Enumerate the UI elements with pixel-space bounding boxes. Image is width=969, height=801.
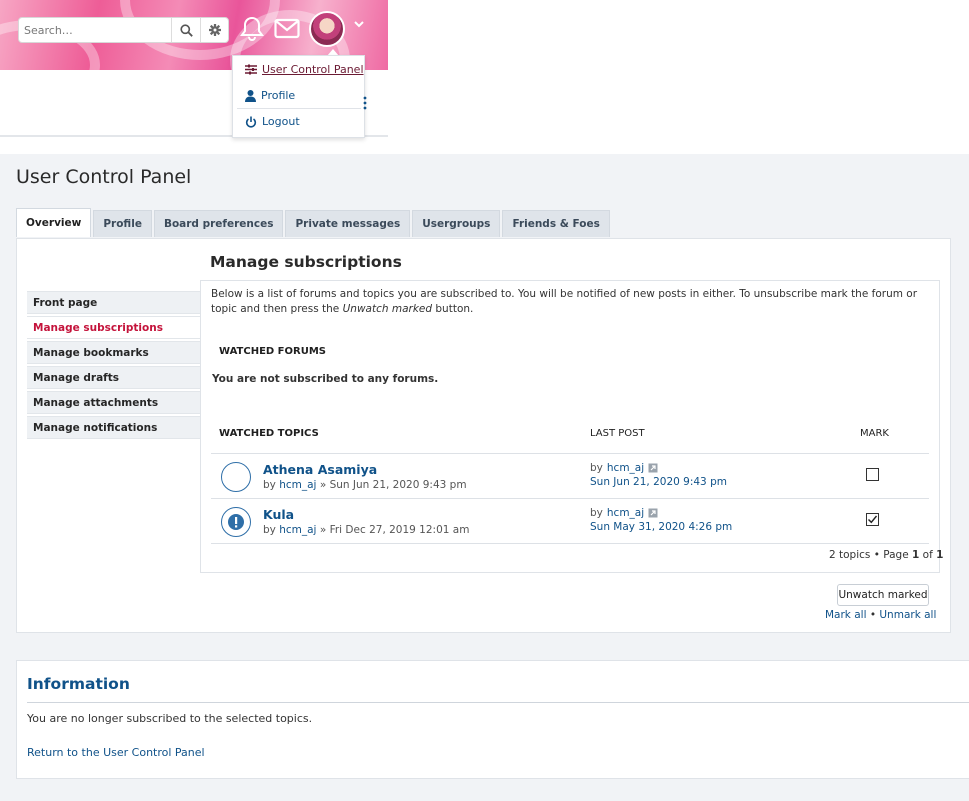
user-menu-toggle[interactable] bbox=[353, 19, 365, 32]
divider bbox=[27, 702, 969, 703]
pagination-of: of bbox=[919, 549, 937, 561]
topic-author[interactable]: hcm_aj bbox=[279, 524, 316, 536]
power-icon bbox=[245, 116, 257, 128]
menu-divider bbox=[237, 108, 361, 109]
last-post-author[interactable]: hcm_aj bbox=[607, 507, 644, 519]
intro-text-part: Below is a list of forums and topics you… bbox=[211, 288, 918, 315]
tab-usergroups[interactable]: Usergroups bbox=[412, 210, 501, 237]
nav-manage-bookmarks[interactable]: Manage bookmarks bbox=[27, 341, 200, 364]
topic-meta: by hcm_aj » Sun Jun 21, 2020 9:43 pm bbox=[263, 479, 467, 491]
last-post-date[interactable]: Sun May 31, 2020 4:26 pm bbox=[590, 521, 732, 533]
last-post-by: by hcm_aj bbox=[590, 507, 658, 519]
bell-icon bbox=[240, 16, 264, 41]
check-icon bbox=[868, 515, 878, 524]
mark-separator: • bbox=[866, 609, 880, 621]
topic-important-icon bbox=[221, 507, 251, 537]
menu-item-user-control-panel[interactable]: User Control Panel bbox=[245, 63, 364, 76]
mark-header: MARK bbox=[860, 428, 889, 439]
page-title: User Control Panel bbox=[16, 166, 192, 188]
last-post-header: LAST POST bbox=[590, 428, 645, 439]
unmark-all-link[interactable]: Unmark all bbox=[879, 609, 936, 621]
intro-text: Below is a list of forums and topics you… bbox=[211, 287, 931, 317]
user-icon bbox=[245, 89, 256, 102]
nav-manage-subscriptions[interactable]: Manage subscriptions bbox=[27, 316, 200, 339]
topic-date: » Sun Jun 21, 2020 9:43 pm bbox=[316, 479, 467, 491]
last-post-date[interactable]: Sun Jun 21, 2020 9:43 pm bbox=[590, 476, 727, 488]
nav-front-page[interactable]: Front page bbox=[27, 291, 200, 314]
mark-checkbox[interactable] bbox=[866, 468, 879, 481]
sliders-icon bbox=[245, 64, 257, 75]
goto-post-icon[interactable] bbox=[648, 508, 658, 518]
gear-icon bbox=[209, 24, 221, 36]
nav-manage-drafts[interactable]: Manage drafts bbox=[27, 366, 200, 389]
nav-manage-notifications[interactable]: Manage notifications bbox=[27, 416, 200, 439]
intro-button-ref: Unwatch marked bbox=[342, 303, 433, 315]
by-label: by bbox=[590, 462, 603, 474]
watched-topics-header: WATCHED TOPICS bbox=[219, 428, 319, 439]
topic-author[interactable]: hcm_aj bbox=[279, 479, 316, 491]
pagination-prefix: 2 topics • Page bbox=[829, 549, 913, 561]
tab-private-messages[interactable]: Private messages bbox=[285, 210, 411, 237]
topic-date: » Fri Dec 27, 2019 12:01 am bbox=[316, 524, 470, 536]
notifications-button[interactable] bbox=[240, 16, 264, 42]
topic-meta: by hcm_aj » Fri Dec 27, 2019 12:01 am bbox=[263, 524, 469, 536]
mark-links: Mark all • Unmark all bbox=[825, 609, 936, 621]
user-dropdown-menu: User Control Panel Profile Logout bbox=[232, 55, 365, 138]
total-pages: 1 bbox=[936, 549, 944, 561]
blank-area bbox=[388, 0, 969, 154]
side-nav: Front page Manage subscriptions Manage b… bbox=[27, 291, 200, 441]
section-title: Manage subscriptions bbox=[210, 253, 402, 271]
menu-item-profile[interactable]: Profile bbox=[245, 89, 295, 102]
watched-forums-header: WATCHED FORUMS bbox=[219, 346, 326, 357]
goto-post-icon[interactable] bbox=[648, 463, 658, 473]
nav-manage-attachments[interactable]: Manage attachments bbox=[27, 391, 200, 414]
information-title: Information bbox=[27, 675, 130, 693]
by-label: by bbox=[590, 507, 603, 519]
last-post-author[interactable]: hcm_aj bbox=[607, 462, 644, 474]
intro-text-end: button. bbox=[432, 303, 474, 315]
pagination: 2 topics • Page 1 of 1 bbox=[829, 549, 943, 561]
advanced-search-button[interactable] bbox=[200, 18, 229, 42]
more-options-icon[interactable] bbox=[363, 96, 367, 113]
tab-friends-foes[interactable]: Friends & Foes bbox=[502, 210, 610, 237]
topic-row: Athena Asamiya by hcm_aj » Sun Jun 21, 2… bbox=[211, 454, 929, 499]
messages-button[interactable] bbox=[274, 18, 300, 40]
mark-all-link[interactable]: Mark all bbox=[825, 609, 867, 621]
menu-item-logout[interactable]: Logout bbox=[245, 115, 300, 128]
topic-title[interactable]: Kula bbox=[263, 507, 294, 522]
information-message: You are no longer subscribed to the sele… bbox=[27, 712, 313, 725]
menu-item-label: Logout bbox=[262, 115, 300, 128]
mark-checkbox[interactable] bbox=[866, 513, 879, 526]
topic-title[interactable]: Athena Asamiya bbox=[263, 462, 377, 477]
unwatch-marked-button[interactable]: Unwatch marked bbox=[837, 584, 929, 606]
topic-row: Kula by hcm_aj » Fri Dec 27, 2019 12:01 … bbox=[211, 499, 929, 544]
topic-read-icon bbox=[221, 462, 251, 492]
last-post-by: by hcm_aj bbox=[590, 462, 658, 474]
by-label: by bbox=[263, 479, 280, 491]
return-to-ucp-link[interactable]: Return to the User Control Panel bbox=[27, 746, 205, 759]
search-input[interactable] bbox=[19, 18, 171, 42]
search-box bbox=[18, 17, 229, 43]
by-label: by bbox=[263, 524, 280, 536]
search-icon bbox=[179, 23, 193, 37]
envelope-icon bbox=[274, 18, 300, 39]
search-button[interactable] bbox=[171, 18, 200, 42]
tab-profile[interactable]: Profile bbox=[93, 210, 152, 237]
chevron-down-icon bbox=[354, 21, 364, 28]
avatar[interactable] bbox=[309, 11, 345, 47]
divider bbox=[211, 543, 929, 544]
no-forums-message: You are not subscribed to any forums. bbox=[212, 373, 439, 385]
menu-item-label: Profile bbox=[261, 89, 296, 102]
ucp-tabs: Overview Profile Board preferences Priva… bbox=[16, 208, 610, 237]
menu-item-label: User Control Panel bbox=[262, 63, 364, 76]
tab-overview[interactable]: Overview bbox=[16, 208, 92, 237]
tab-board-preferences[interactable]: Board preferences bbox=[153, 210, 284, 237]
